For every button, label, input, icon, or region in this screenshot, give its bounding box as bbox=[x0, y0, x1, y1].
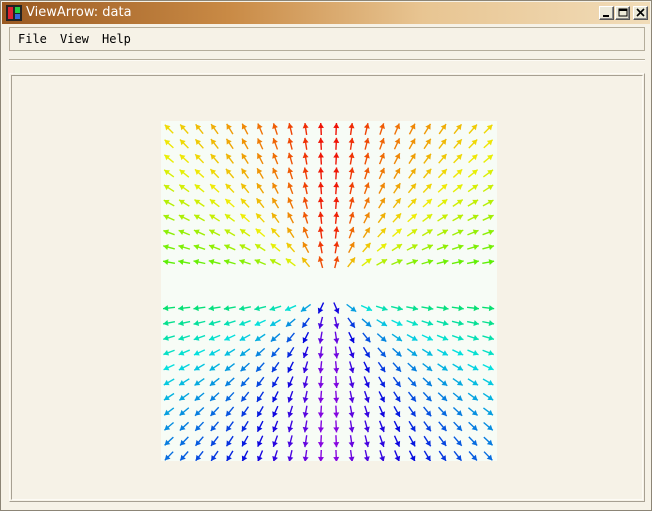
menu-bar: File View Help bbox=[9, 27, 645, 51]
minimize-icon bbox=[603, 15, 609, 17]
title-bar[interactable]: ViewArrow: data bbox=[2, 2, 650, 24]
menu-help[interactable]: Help bbox=[102, 32, 131, 46]
minimize-button[interactable] bbox=[599, 6, 614, 20]
menu-view[interactable]: View bbox=[60, 32, 89, 46]
close-button[interactable] bbox=[633, 6, 648, 20]
menu-file[interactable]: File bbox=[18, 32, 47, 46]
maximize-icon bbox=[618, 8, 628, 17]
app-window: ViewArrow: data File View Help bbox=[0, 0, 652, 511]
maximize-button[interactable] bbox=[615, 6, 630, 20]
vector-field-plot bbox=[161, 121, 497, 461]
toolbar-separator bbox=[9, 59, 645, 61]
window-title: ViewArrow: data bbox=[26, 5, 132, 20]
app-icon bbox=[6, 5, 22, 21]
close-icon bbox=[636, 8, 645, 17]
